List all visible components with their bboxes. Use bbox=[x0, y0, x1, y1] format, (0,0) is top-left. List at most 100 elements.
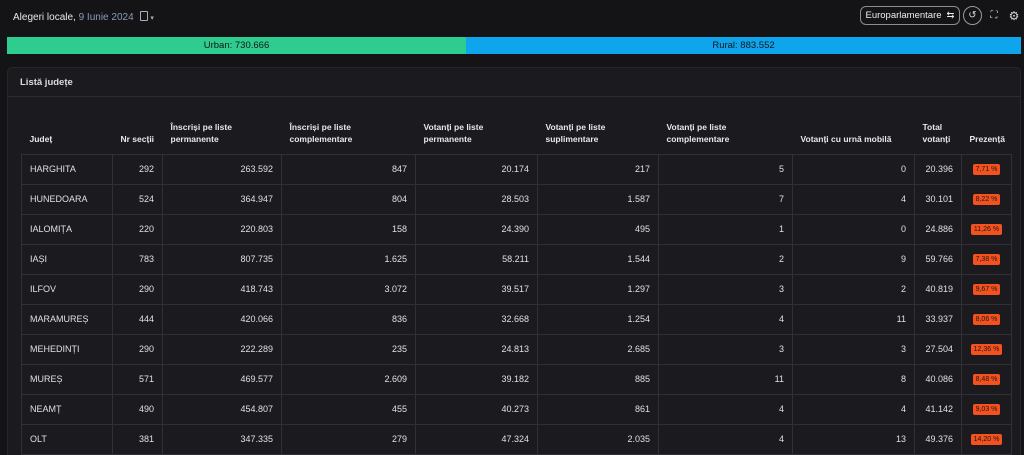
value-cell: 28.503 bbox=[415, 183, 538, 215]
table-row[interactable]: IAȘI 783 807.735 1.625 58.211 1.544 2 9 59.766 7,… bbox=[21, 243, 1012, 275]
turnout-badge: 8,48 % bbox=[972, 374, 1001, 385]
history-icon[interactable]: ↺ bbox=[963, 6, 982, 25]
value-cell: 11 bbox=[658, 363, 793, 395]
value-cell: 3 bbox=[792, 333, 915, 365]
value-cell: 807.735 bbox=[162, 243, 282, 275]
value-cell: 2 bbox=[792, 273, 915, 305]
turnout-cell: 7,71 % bbox=[961, 153, 1012, 185]
value-cell: 20.396 bbox=[914, 153, 962, 185]
value-cell: 381 bbox=[112, 423, 163, 455]
county-name-cell: MEHEDINȚI bbox=[21, 333, 113, 365]
table-row[interactable]: HARGHITA 292 263.592 847 20.174 217 5 0 20.396 7,… bbox=[21, 153, 1012, 185]
value-cell: 364.947 bbox=[162, 183, 282, 215]
turnout-badge: 9,67 % bbox=[972, 284, 1001, 295]
column-header[interactable]: Total votanți bbox=[915, 116, 962, 154]
election-date[interactable]: 9 Iunie 2024 bbox=[79, 12, 134, 23]
value-cell: 49.376 bbox=[914, 423, 962, 455]
column-header[interactable]: Înscriși pe liste permanente bbox=[163, 116, 282, 154]
column-header[interactable]: Votanți pe liste permanente bbox=[416, 116, 538, 154]
value-cell: 8 bbox=[792, 363, 915, 395]
election-type-switch-button[interactable]: Europarlamentare ⇆ bbox=[860, 6, 960, 25]
table-row[interactable]: HUNEDOARA 524 364.947 804 28.503 1.587 7 4 30.10… bbox=[21, 183, 1012, 215]
value-cell: 571 bbox=[112, 363, 163, 395]
county-name-cell: HARGHITA bbox=[21, 153, 113, 185]
value-cell: 4 bbox=[792, 393, 915, 425]
value-cell: 455 bbox=[281, 393, 416, 425]
column-header[interactable]: Votanți pe liste suplimentare bbox=[538, 116, 659, 154]
value-cell: 2.609 bbox=[281, 363, 416, 395]
value-cell: 13 bbox=[792, 423, 915, 455]
table-row[interactable]: OLT 381 347.335 279 47.324 2.035 4 13 49.376 14,2… bbox=[21, 423, 1012, 455]
county-table: Județ Nr secții Înscriși pe liste permanen… bbox=[21, 116, 1012, 455]
top-bar: Alegeri locale, 9 Iunie 2024 ▾ Europarla… bbox=[0, 0, 1024, 34]
value-cell: 4 bbox=[658, 303, 793, 335]
table-row[interactable]: NEAMȚ 490 454.807 455 40.273 861 4 4 41.142 9,03 … bbox=[21, 393, 1012, 425]
value-cell: 3 bbox=[658, 333, 793, 365]
value-cell: 39.517 bbox=[415, 273, 538, 305]
value-cell: 3.072 bbox=[281, 273, 416, 305]
value-cell: 469.577 bbox=[162, 363, 282, 395]
panel-title: Listă județe bbox=[8, 68, 1020, 97]
value-cell: 1.587 bbox=[537, 183, 659, 215]
value-cell: 4 bbox=[658, 423, 793, 455]
county-name-cell: OLT bbox=[21, 423, 113, 455]
table-header-row: Județ Nr secții Înscriși pe liste permanen… bbox=[22, 116, 1012, 154]
column-header[interactable]: Votanți pe liste complementare bbox=[659, 116, 793, 154]
table-row[interactable]: MEHEDINȚI 290 222.289 235 24.813 2.685 3 3 27.50… bbox=[21, 333, 1012, 365]
value-cell: 7 bbox=[658, 183, 793, 215]
value-cell: 783 bbox=[112, 243, 163, 275]
gear-icon[interactable]: ⚙ bbox=[1006, 6, 1022, 25]
value-cell: 220 bbox=[112, 213, 163, 245]
value-cell: 2.035 bbox=[537, 423, 659, 455]
column-header[interactable]: Votanți cu urnă mobilă bbox=[793, 116, 915, 154]
value-cell: 40.273 bbox=[415, 393, 538, 425]
turnout-cell: 14,20 % bbox=[961, 423, 1012, 455]
value-cell: 220.803 bbox=[162, 213, 282, 245]
table-row[interactable]: IALOMIȚA 220 220.803 158 24.390 495 1 0 24.886 11… bbox=[21, 213, 1012, 245]
county-name-cell: IALOMIȚA bbox=[21, 213, 113, 245]
column-header[interactable]: Nr secții bbox=[113, 116, 163, 154]
turnout-cell: 9,03 % bbox=[961, 393, 1012, 425]
value-cell: 40.819 bbox=[914, 273, 962, 305]
column-header[interactable]: Prezență bbox=[962, 116, 1012, 154]
fullscreen-icon[interactable]: ⛶ bbox=[986, 6, 1002, 25]
value-cell: 59.766 bbox=[914, 243, 962, 275]
swap-arrows-icon: ⇆ bbox=[946, 10, 955, 21]
county-name-cell: IAȘI bbox=[21, 243, 113, 275]
value-cell: 24.813 bbox=[415, 333, 538, 365]
county-name-cell: MARAMUREȘ bbox=[21, 303, 113, 335]
table-row[interactable]: ILFOV 290 418.743 3.072 39.517 1.297 3 2 40.819 9… bbox=[21, 273, 1012, 305]
turnout-cell: 8,22 % bbox=[961, 183, 1012, 215]
value-cell: 0 bbox=[792, 153, 915, 185]
value-cell: 347.335 bbox=[162, 423, 282, 455]
value-cell: 279 bbox=[281, 423, 416, 455]
value-cell: 30.101 bbox=[914, 183, 962, 215]
table-row[interactable]: MARAMUREȘ 444 420.066 836 32.668 1.254 4 11 33.9… bbox=[21, 303, 1012, 335]
value-cell: 420.066 bbox=[162, 303, 282, 335]
value-cell: 24.390 bbox=[415, 213, 538, 245]
value-cell: 4 bbox=[792, 183, 915, 215]
value-cell: 222.289 bbox=[162, 333, 282, 365]
turnout-cell: 11,26 % bbox=[961, 213, 1012, 245]
value-cell: 235 bbox=[281, 333, 416, 365]
value-cell: 1 bbox=[658, 213, 793, 245]
value-cell: 24.886 bbox=[914, 213, 962, 245]
value-cell: 40.086 bbox=[914, 363, 962, 395]
value-cell: 290 bbox=[112, 333, 163, 365]
turnout-badge: 8,22 % bbox=[972, 194, 1001, 205]
turnout-badge: 7,71 % bbox=[972, 164, 1001, 175]
table-row[interactable]: MUREȘ 571 469.577 2.609 39.182 885 11 8 40.086 8,… bbox=[21, 363, 1012, 395]
election-type-label: Europarlamentare bbox=[865, 10, 942, 21]
value-cell: 292 bbox=[112, 153, 163, 185]
value-cell: 39.182 bbox=[415, 363, 538, 395]
urban-label: Urban: 730.666 bbox=[203, 40, 270, 51]
column-header[interactable]: Județ bbox=[22, 116, 113, 154]
rural-label: Rural: 883.552 bbox=[712, 40, 775, 51]
column-header[interactable]: Înscriși pe liste complementare bbox=[282, 116, 416, 154]
value-cell: 524 bbox=[112, 183, 163, 215]
county-name-cell: NEAMȚ bbox=[21, 393, 113, 425]
county-name-cell: HUNEDOARA bbox=[21, 183, 113, 215]
value-cell: 444 bbox=[112, 303, 163, 335]
chevron-down-icon[interactable]: ▾ bbox=[148, 15, 154, 22]
turnout-badge: 12,36 % bbox=[970, 344, 1003, 355]
